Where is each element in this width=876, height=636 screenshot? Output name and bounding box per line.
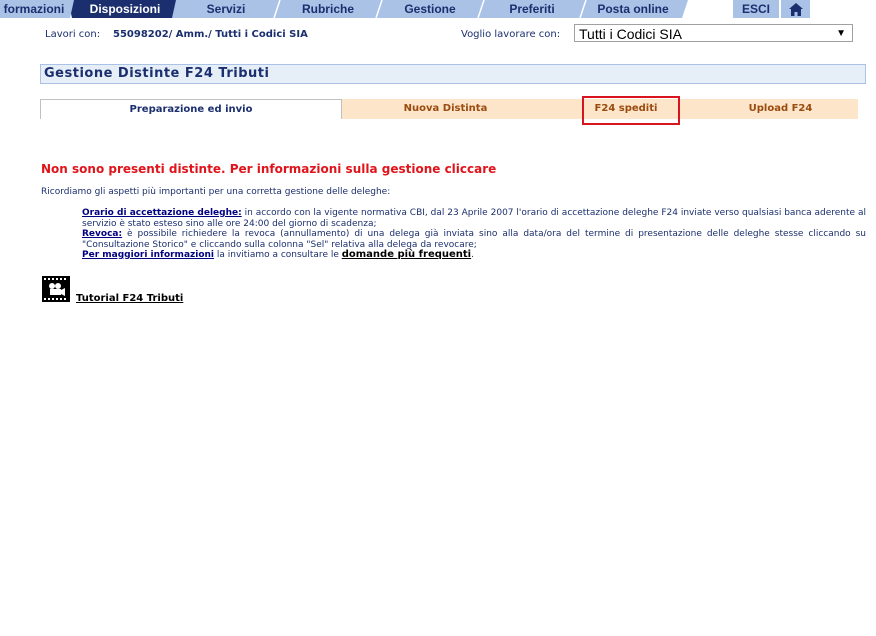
nav-separator	[68, 0, 78, 18]
section-title: Gestione Distinte F24 Tributi	[40, 64, 866, 84]
notes-block: Orario di accettazione deleghe: in accor…	[82, 208, 866, 261]
faq-link[interactable]: domande più frequenti	[342, 249, 471, 260]
subtab-nuova-distinta[interactable]: Nuova Distinta	[342, 99, 549, 119]
nav-tab-gestione[interactable]: Gestione	[384, 0, 476, 18]
nav-separator	[578, 0, 588, 18]
dropdown-arrow-icon: ▼	[836, 28, 846, 39]
nav-logout-button[interactable]: ESCI	[733, 0, 779, 18]
subtab-bar: Preparazione ed invio Nuova Distinta F24…	[40, 99, 858, 119]
home-button[interactable]	[781, 0, 810, 18]
work-context-bar: Lavori con: 55098202/ Amm./ Tutti i Codi…	[0, 24, 876, 46]
work-select-label: Voglio lavorare con:	[461, 29, 561, 40]
tutorial-link[interactable]: Tutorial F24 Tributi	[76, 293, 183, 304]
note-orario: Orario di accettazione deleghe: in accor…	[82, 208, 866, 229]
info-end: .	[471, 250, 474, 260]
home-icon	[788, 2, 803, 16]
note-info: Per maggiori informazioni la invitiamo a…	[82, 249, 866, 261]
work-scope-selected: Tutti i Codici SIA	[579, 26, 682, 42]
nav-separator	[170, 0, 180, 18]
nav-tab-servizi[interactable]: Servizi	[180, 0, 272, 18]
nav-separator	[272, 0, 282, 18]
work-with-value: 55098202/ Amm./ Tutti i Codici SIA	[113, 29, 308, 40]
orario-link[interactable]: Orario di accettazione deleghe:	[82, 208, 242, 218]
nav-separator	[476, 0, 486, 18]
nav-separator	[374, 0, 384, 18]
work-scope-select[interactable]: Tutti i Codici SIA ▼	[574, 24, 853, 42]
intro-text: Ricordiamo gli aspetti più importanti pe…	[41, 187, 391, 197]
top-nav: formazioni Disposizioni Servizi Rubriche…	[0, 0, 876, 18]
nav-separator	[678, 0, 688, 18]
nav-tab-informazioni[interactable]: formazioni	[0, 0, 68, 18]
note-revoca: Revoca: è possibile richiedere la revoca…	[82, 229, 866, 250]
revoca-text: è possibile richiedere la revoca (annull…	[82, 229, 866, 250]
highlight-box	[582, 96, 680, 125]
no-distinte-message[interactable]: Non sono presenti distinte. Per informaz…	[41, 162, 496, 176]
subtab-upload-f24[interactable]: Upload F24	[703, 99, 858, 119]
revoca-link[interactable]: Revoca:	[82, 229, 122, 239]
nav-tab-disposizioni[interactable]: Disposizioni	[78, 0, 172, 18]
subtab-preparazione[interactable]: Preparazione ed invio	[40, 99, 342, 119]
nav-tab-rubriche[interactable]: Rubriche	[282, 0, 374, 18]
nav-tab-posta-online[interactable]: Posta online	[588, 0, 678, 18]
info-link[interactable]: Per maggiori informazioni	[82, 250, 214, 260]
info-text: la invitiamo a consultare le	[214, 250, 342, 260]
work-with-label: Lavori con:	[45, 29, 101, 40]
video-camera-icon[interactable]	[42, 276, 70, 302]
nav-tab-preferiti[interactable]: Preferiti	[486, 0, 578, 18]
